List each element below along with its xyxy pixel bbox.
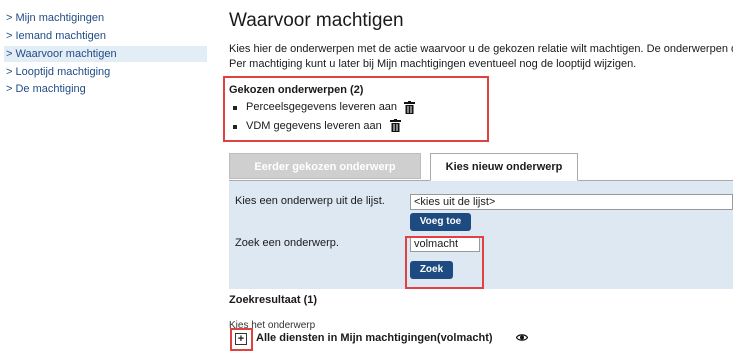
sidebar-item-waarvoor-machtigen[interactable]: > Waarvoor machtigen [4, 46, 207, 62]
chosen-heading: Gekozen onderwerpen (2) [229, 84, 364, 96]
plus-icon[interactable]: + [235, 333, 247, 345]
choose-label: Kies een onderwerp uit de lijst. [235, 195, 385, 207]
sidebar-item-iemand-machtigen[interactable]: > Iemand machtigen [4, 28, 207, 44]
result-item-label[interactable]: Alle diensten in Mijn machtigingen(volma… [256, 332, 493, 344]
trash-icon[interactable] [390, 119, 401, 132]
sidebar-item-mijn-machtigingen[interactable]: > Mijn machtigingen [4, 10, 207, 26]
chosen-item-label: Perceelsgegevens leveren aan [246, 101, 398, 113]
add-button[interactable]: Voeg toe [410, 213, 471, 231]
bullet [233, 125, 237, 129]
intro-text: Kies hier de onderwerpen met de actie wa… [229, 42, 733, 72]
eye-icon[interactable] [516, 333, 528, 342]
chosen-item-label: VDM gegevens leveren aan [246, 120, 382, 132]
tab-kies-nieuw[interactable]: Kies nieuw onderwerp [430, 153, 578, 181]
search-highlight-box [405, 236, 484, 289]
intro-line-2: Per machtiging kunt u later bij Mijn mac… [229, 58, 637, 70]
tab-eerder-gekozen[interactable]: Eerder gekozen onderwerp [229, 153, 421, 179]
bullet [233, 106, 237, 110]
trash-icon[interactable] [404, 101, 415, 114]
page-title: Waarvoor machtigen [229, 10, 404, 31]
intro-line-1: Kies hier de onderwerpen met de actie wa… [229, 43, 733, 55]
subject-select[interactable]: <kies uit de lijst> [410, 194, 733, 210]
sidebar-item-looptijd-machtiging[interactable]: > Looptijd machtiging [4, 64, 207, 80]
results-heading: Zoekresultaat (1) [229, 294, 318, 306]
search-label: Zoek een onderwerp. [235, 237, 339, 249]
sidebar-item-de-machtiging[interactable]: > De machtiging [4, 81, 207, 97]
